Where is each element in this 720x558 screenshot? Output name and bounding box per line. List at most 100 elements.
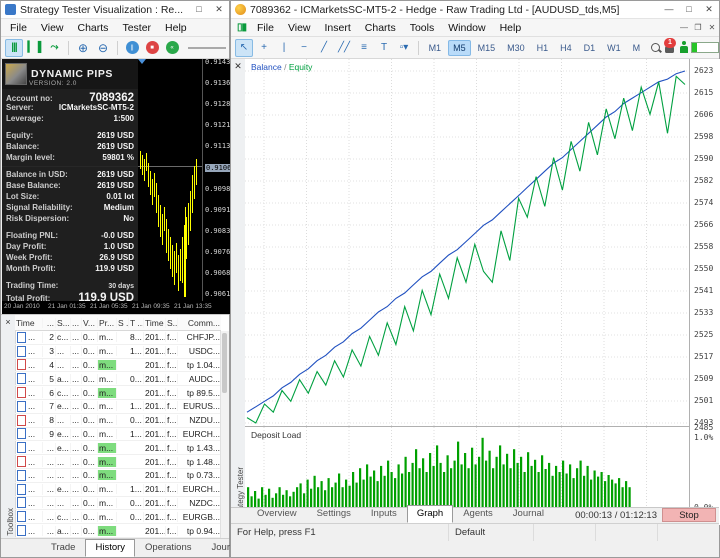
left-titlebar[interactable]: Strategy Tester Visualization : Re... □ … bbox=[1, 1, 229, 19]
menu-item-help[interactable]: Help bbox=[493, 20, 529, 36]
maximize-icon[interactable]: □ bbox=[679, 4, 699, 15]
channel-icon[interactable]: ╱╱ bbox=[335, 39, 353, 57]
column-header[interactable]: S ... bbox=[117, 318, 129, 328]
timeframe-d1[interactable]: D1 bbox=[579, 40, 601, 56]
child-minimize-icon[interactable]: — bbox=[677, 23, 691, 32]
equidistant-lines-icon[interactable]: ≡ bbox=[355, 39, 373, 57]
table-row[interactable]: ............0...m...0...201...f...NZDC..… bbox=[15, 497, 221, 511]
search-icon[interactable] bbox=[650, 42, 657, 54]
menu-item-file[interactable]: File bbox=[3, 20, 34, 36]
menu-item-tester[interactable]: Tester bbox=[115, 20, 158, 36]
candles-icon[interactable]: ▎▐ bbox=[25, 39, 43, 57]
price-scale[interactable]: 0.914360.913610.912860.912110.911360.910… bbox=[202, 59, 230, 301]
table-row[interactable]: ...6c......0...m...201...f...tp 89.5... bbox=[15, 386, 221, 400]
vertical-line-icon[interactable]: | bbox=[275, 39, 293, 57]
menu-item-view[interactable]: View bbox=[34, 20, 71, 36]
maximize-icon[interactable]: □ bbox=[189, 4, 209, 15]
menu-item-view[interactable]: View bbox=[281, 20, 318, 36]
horizontal-line-icon[interactable]: − bbox=[295, 39, 313, 57]
balance-equity-chart[interactable]: Balance / Equity Deposit Load 2010.01.02… bbox=[245, 59, 689, 525]
menu-item-insert[interactable]: Insert bbox=[318, 20, 358, 36]
cursor-icon[interactable]: ↖ bbox=[235, 39, 253, 57]
history-table[interactable]: Time...S......V...Pr...S ...T ...TimeS..… bbox=[15, 315, 221, 540]
timeframe-m30[interactable]: M30 bbox=[502, 40, 530, 56]
table-row[interactable]: ...4......0...m...201...f...tp 1.04... bbox=[15, 359, 221, 373]
close-icon[interactable]: × bbox=[2, 316, 14, 328]
stop-button[interactable]: Stop bbox=[662, 508, 716, 522]
right-titlebar[interactable]: 7089362 - ICMarketsSC-MT5-2 - Hedge - Ra… bbox=[231, 1, 719, 19]
table-row[interactable]: ...3......0...m...1...201...f...USDC... bbox=[15, 345, 221, 359]
timeframe-m[interactable]: M bbox=[628, 40, 646, 56]
table-row[interactable]: ......a......0...m...201...f...tp 0.94..… bbox=[15, 524, 221, 538]
trendline-icon[interactable]: ╱ bbox=[315, 39, 333, 57]
zoom-out-icon[interactable]: ⊖ bbox=[94, 39, 112, 57]
community-icon[interactable] bbox=[678, 41, 685, 54]
column-header[interactable]: S... bbox=[56, 318, 71, 328]
menu-item-help[interactable]: Help bbox=[158, 20, 194, 36]
column-header[interactable]: ... bbox=[71, 318, 82, 328]
notifications-icon[interactable]: 1 bbox=[664, 41, 672, 55]
child-close-icon[interactable]: ✕ bbox=[705, 23, 719, 32]
table-row[interactable]: ...7e......0...m...1...201...f...EURUS..… bbox=[15, 400, 221, 414]
timeframe-m1[interactable]: M1 bbox=[424, 40, 447, 56]
table-row[interactable]: ......e......0...m...1...201...f...EURCH… bbox=[15, 483, 221, 497]
stop-icon[interactable]: ■ bbox=[143, 39, 161, 57]
main-plot[interactable] bbox=[245, 59, 689, 426]
close-icon[interactable]: ✕ bbox=[232, 60, 244, 72]
table-row[interactable]: ...9e......0...m...1...201...f...EURCH..… bbox=[15, 428, 221, 442]
tester-candle-chart[interactable]: 0.914360.913610.912860.912110.911360.910… bbox=[2, 59, 230, 301]
timeframe-h4[interactable]: H4 bbox=[555, 40, 577, 56]
table-row[interactable]: ...8......0...m...0...201...f...NZDU... bbox=[15, 414, 221, 428]
column-header[interactable]: S... bbox=[166, 318, 178, 328]
menu-item-tools[interactable]: Tools bbox=[403, 20, 442, 36]
bars-icon[interactable]: ||| bbox=[5, 39, 23, 57]
crosshair-icon[interactable]: + bbox=[255, 39, 273, 57]
column-header[interactable]: V... bbox=[82, 318, 98, 328]
timeframe-w1[interactable]: W1 bbox=[602, 40, 626, 56]
column-header[interactable]: Time bbox=[15, 318, 43, 328]
tab-operations[interactable]: Operations bbox=[135, 539, 201, 557]
pause-icon[interactable]: || bbox=[123, 39, 141, 57]
zoom-in-icon[interactable]: ⊕ bbox=[74, 39, 92, 57]
text-icon[interactable]: T bbox=[375, 39, 393, 57]
table-row[interactable]: ......e......0...m...201...f...tp 1.43..… bbox=[15, 441, 221, 455]
value-scale[interactable]: 2623261526062598259025822574256625582550… bbox=[689, 59, 720, 525]
tab-trade[interactable]: Trade bbox=[41, 539, 85, 557]
timeframe-m5[interactable]: M5 bbox=[448, 40, 471, 56]
menu-item-file[interactable]: File bbox=[250, 20, 281, 36]
shapes-icon[interactable]: ▫▾ bbox=[395, 39, 413, 57]
tester-tab-inputs[interactable]: Inputs bbox=[361, 505, 407, 523]
tester-tab-graph[interactable]: Graph bbox=[407, 505, 453, 523]
tester-tab-settings[interactable]: Settings bbox=[307, 505, 361, 523]
history-scrollbar[interactable] bbox=[220, 331, 229, 540]
line-chart-icon[interactable]: ⤳ bbox=[45, 39, 63, 57]
minimize-icon[interactable]: — bbox=[659, 4, 679, 15]
column-header[interactable]: Pr... bbox=[98, 318, 117, 328]
scrollbar-thumb[interactable] bbox=[222, 333, 227, 393]
column-header[interactable]: Comm... bbox=[178, 318, 221, 328]
menu-item-window[interactable]: Window bbox=[441, 20, 492, 36]
table-row[interactable]: ...5a......0...m...0...201...f...AUDC... bbox=[15, 372, 221, 386]
speed-slider[interactable] bbox=[188, 47, 226, 49]
timeframe-h1[interactable]: H1 bbox=[532, 40, 554, 56]
close-icon[interactable]: ✕ bbox=[209, 4, 229, 15]
menu-item-charts[interactable]: Charts bbox=[358, 20, 403, 36]
timeframe-m15[interactable]: M15 bbox=[473, 40, 501, 56]
deposit-load-plot[interactable]: Deposit Load bbox=[245, 426, 689, 514]
column-header[interactable]: ... bbox=[43, 318, 56, 328]
menu-item-charts[interactable]: Charts bbox=[71, 20, 116, 36]
column-header[interactable]: T ... bbox=[129, 318, 144, 328]
tester-tab-journal[interactable]: Journal bbox=[503, 505, 554, 523]
close-icon[interactable]: ✕ bbox=[699, 4, 719, 15]
column-header[interactable]: Time bbox=[144, 318, 166, 328]
table-row[interactable]: ............0...m...201...f...tp 0.73... bbox=[15, 469, 221, 483]
tab-history[interactable]: History bbox=[85, 539, 135, 557]
tester-tab-agents[interactable]: Agents bbox=[453, 505, 503, 523]
table-row[interactable]: ............0...m...201...f...tp 1.48... bbox=[15, 455, 221, 469]
time-axis[interactable]: 20 Jan 201021 Jan 01:3521 Jan 05:3521 Ja… bbox=[2, 301, 230, 314]
child-restore-icon[interactable]: ❐ bbox=[691, 23, 705, 32]
table-row[interactable]: ......c......0...m...0...201...f...EURGB… bbox=[15, 510, 221, 524]
tester-tab-overview[interactable]: Overview bbox=[247, 505, 307, 523]
status-profile[interactable]: Default bbox=[449, 524, 534, 541]
rewind-icon[interactable]: « bbox=[163, 39, 181, 57]
